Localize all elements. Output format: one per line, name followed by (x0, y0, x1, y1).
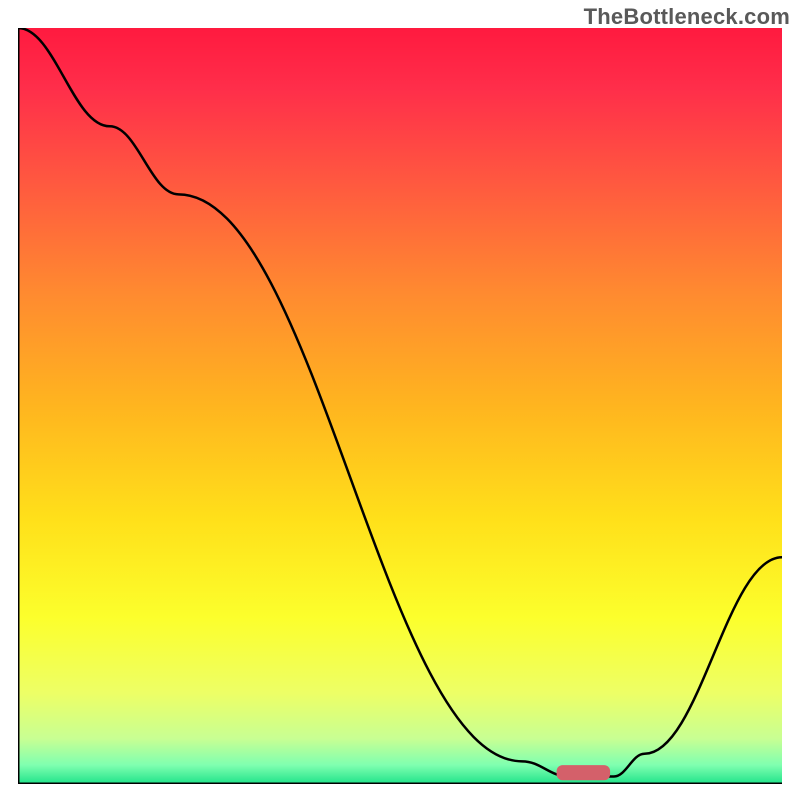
optimum-marker (557, 765, 610, 780)
watermark-text: TheBottleneck.com (584, 4, 790, 30)
chart-container: TheBottleneck.com (0, 0, 800, 800)
plot-frame (18, 28, 782, 784)
chart-svg (18, 28, 782, 784)
